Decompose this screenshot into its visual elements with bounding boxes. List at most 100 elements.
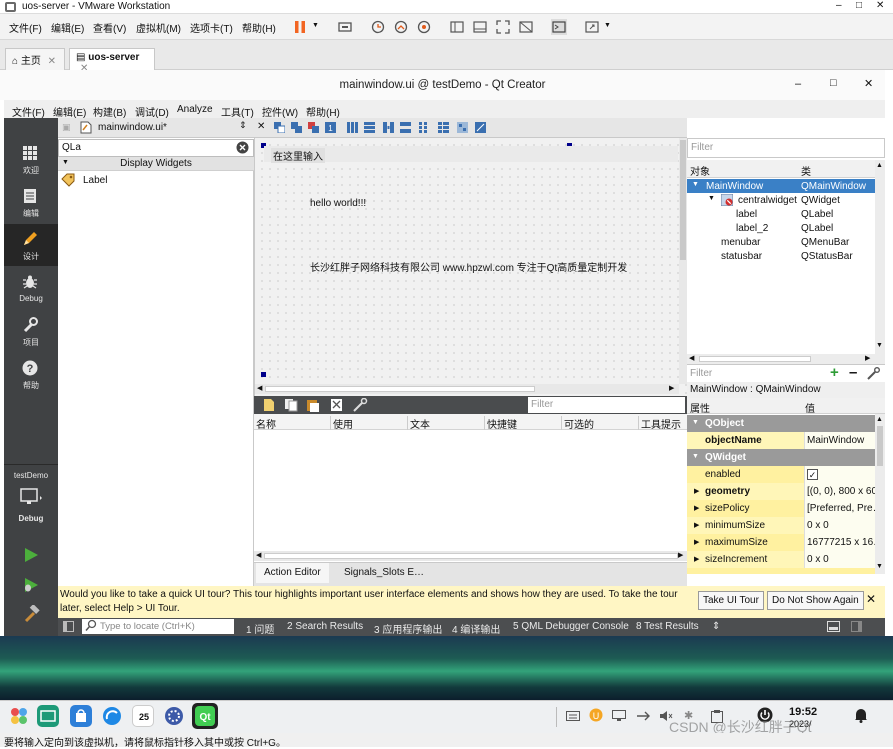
property-value[interactable]: 16777215 x 16… — [804, 534, 875, 551]
send-keys-icon[interactable] — [337, 19, 353, 35]
menu-placeholder[interactable]: 在这里输入 — [271, 148, 325, 163]
vertical-scrollbar[interactable] — [679, 138, 687, 384]
property-value[interactable]: [(0, 0), 800 x 600 — [804, 483, 875, 500]
clear-icon[interactable] — [236, 141, 249, 154]
property-row-geometry[interactable]: ▶ geometry [(0, 0), 800 x 600 — [687, 483, 875, 500]
property-value-enabled[interactable]: ✓ — [804, 466, 875, 483]
horizontal-scrollbar[interactable]: ◀ ▶ — [687, 354, 885, 364]
tab-uos-server[interactable]: ▤ uos-server ✕ — [69, 48, 155, 74]
form-canvas[interactable]: 在这里输入 hello world!!! 长沙红胖子网络科技有限公司 www.h… — [254, 138, 687, 396]
chevron-down-icon[interactable]: ▼ — [692, 181, 699, 188]
pane-qml-debugger[interactable]: 5 QML Debugger Console — [513, 621, 629, 632]
chevron-down-icon[interactable]: ▼ — [692, 453, 699, 460]
do-not-show-again-button[interactable]: Do Not Show Again — [767, 591, 864, 610]
form-label-hello[interactable]: hello world!!! — [310, 198, 366, 209]
qt-menu-help[interactable]: 帮助(H) — [306, 104, 340, 119]
tab-signals-slots-editor[interactable]: Signals_Slots E… — [336, 563, 432, 583]
network-icon[interactable] — [636, 710, 650, 722]
maximize-button[interactable]: □ — [830, 77, 837, 89]
layout-grid-icon[interactable] — [419, 122, 430, 133]
wrench-icon[interactable] — [867, 367, 880, 380]
chevron-right-icon[interactable]: ▶ — [669, 384, 674, 392]
qt-menu-file[interactable]: 文件(F) — [12, 104, 45, 119]
mode-design[interactable]: 设计 — [4, 224, 58, 266]
tree-item-mainwindow[interactable]: ▼ MainWindow QMainWindow — [687, 179, 875, 193]
app-store-icon[interactable] — [70, 705, 92, 727]
fullscreen-icon[interactable] — [495, 19, 511, 35]
stretch-icon[interactable] — [584, 19, 600, 35]
browser-icon[interactable] — [101, 705, 123, 727]
tab-home[interactable]: ⌂ 主页 ✕ — [5, 48, 65, 70]
chevron-up-icon[interactable]: ▲ — [876, 162, 883, 169]
chevron-right-icon[interactable]: ▶ — [694, 504, 699, 512]
column-object[interactable]: 对象 — [690, 163, 710, 178]
paste-action-icon[interactable] — [306, 398, 320, 412]
column-shortcut[interactable]: 快捷键 — [485, 416, 562, 431]
chevron-left-icon[interactable]: ◀ — [256, 551, 261, 559]
horizontal-scrollbar[interactable]: ◀ ▶ — [255, 384, 679, 394]
qt-menu-analyze[interactable]: Analyze — [177, 104, 213, 115]
pane-compile-output[interactable]: 4 编译输出 — [452, 621, 500, 636]
tree-item-menubar[interactable]: menubar QMenuBar — [687, 235, 875, 249]
vertical-scrollbar[interactable]: ▲ ▼ — [875, 414, 885, 574]
console-icon[interactable] — [551, 19, 567, 35]
tree-item-label[interactable]: label QLabel — [687, 207, 875, 221]
chevron-right-icon[interactable]: ▶ — [694, 521, 699, 529]
vm-menu-vm[interactable]: 虚拟机(M) — [136, 20, 181, 35]
form-menubar[interactable]: 在这里输入 — [264, 146, 678, 163]
chevron-right-icon[interactable]: ▶ — [694, 538, 699, 546]
property-row-objectname[interactable]: objectName MainWindow — [687, 432, 875, 449]
scrollbar-thumb[interactable] — [877, 426, 883, 466]
vertical-scrollbar[interactable]: ▲ ▼ — [875, 160, 885, 354]
revert-snapshot-icon[interactable] — [393, 19, 409, 35]
library-icon[interactable] — [449, 19, 465, 35]
widget-category-display[interactable]: ▼ Display Widgets — [58, 157, 254, 171]
edit-widgets-icon[interactable] — [274, 122, 285, 133]
run-icon[interactable] — [22, 546, 40, 564]
pause-icon[interactable] — [292, 19, 308, 35]
hammer-icon[interactable] — [22, 605, 40, 623]
pane-application-output[interactable]: 3 应用程序输出 — [374, 621, 442, 636]
chevron-right-icon[interactable]: ▶ — [694, 555, 699, 563]
layout-splitter-v-icon[interactable] — [400, 122, 411, 133]
chevron-down-icon[interactable]: ▼ — [692, 419, 699, 426]
input-method-icon[interactable]: U — [589, 708, 603, 722]
property-row-partial[interactable] — [687, 568, 875, 574]
property-row-maximumsize[interactable]: ▶ maximumSize 16777215 x 16… — [687, 534, 875, 551]
column-value[interactable]: 值 — [805, 400, 815, 415]
chevron-down-icon[interactable]: ▼ — [876, 342, 883, 349]
qt-menu-tools[interactable]: 工具(T) — [221, 104, 254, 119]
chevron-down-icon[interactable]: ▼ — [876, 563, 883, 570]
minus-icon[interactable]: – — [849, 365, 857, 381]
column-checkable[interactable]: 可选的 — [562, 416, 639, 431]
kit-selector[interactable] — [19, 488, 43, 508]
selection-handle[interactable] — [261, 372, 266, 377]
property-value[interactable]: 0 x 0 — [804, 551, 875, 568]
launcher-icon[interactable] — [8, 705, 30, 727]
settings-icon[interactable] — [163, 705, 185, 727]
close-button[interactable]: ✕ — [864, 77, 873, 90]
widget-item-label[interactable]: Label — [61, 173, 251, 189]
chevron-right-icon[interactable]: ▶ — [865, 354, 870, 362]
property-row-sizeincrement[interactable]: ▶ sizeIncrement 0 x 0 — [687, 551, 875, 568]
qt-menu-widgets[interactable]: 控件(W) — [262, 104, 298, 119]
chevron-right-icon[interactable]: ▶ — [678, 551, 683, 559]
vm-menu-help[interactable]: 帮助(H) — [242, 20, 276, 35]
mode-edit[interactable]: 编辑 — [4, 181, 58, 223]
vm-menu-tabs[interactable]: 选项卡(T) — [190, 20, 233, 35]
property-value[interactable]: [Preferred, Pre… — [804, 500, 875, 517]
action-filter-input[interactable]: Filter — [528, 397, 685, 413]
property-row-sizepolicy[interactable]: ▶ sizePolicy [Preferred, Pre… — [687, 500, 875, 517]
break-layout-icon[interactable] — [457, 122, 468, 133]
layout-splitter-h-icon[interactable] — [383, 122, 394, 133]
sidebar-toggle-icon[interactable] — [63, 621, 74, 632]
keyboard-icon[interactable] — [566, 710, 580, 722]
column-property[interactable]: 属性 — [690, 400, 710, 415]
close-button[interactable]: ✕ — [876, 0, 884, 11]
vm-menu-view[interactable]: 查看(V) — [93, 20, 126, 35]
qt-menu-build[interactable]: 构建(B) — [93, 104, 126, 119]
calendar-icon[interactable]: 25 — [132, 705, 154, 727]
chevron-left-icon[interactable]: ◀ — [257, 384, 262, 392]
plus-icon[interactable]: + — [830, 365, 839, 381]
widget-filter-input[interactable]: QLa — [58, 139, 254, 157]
